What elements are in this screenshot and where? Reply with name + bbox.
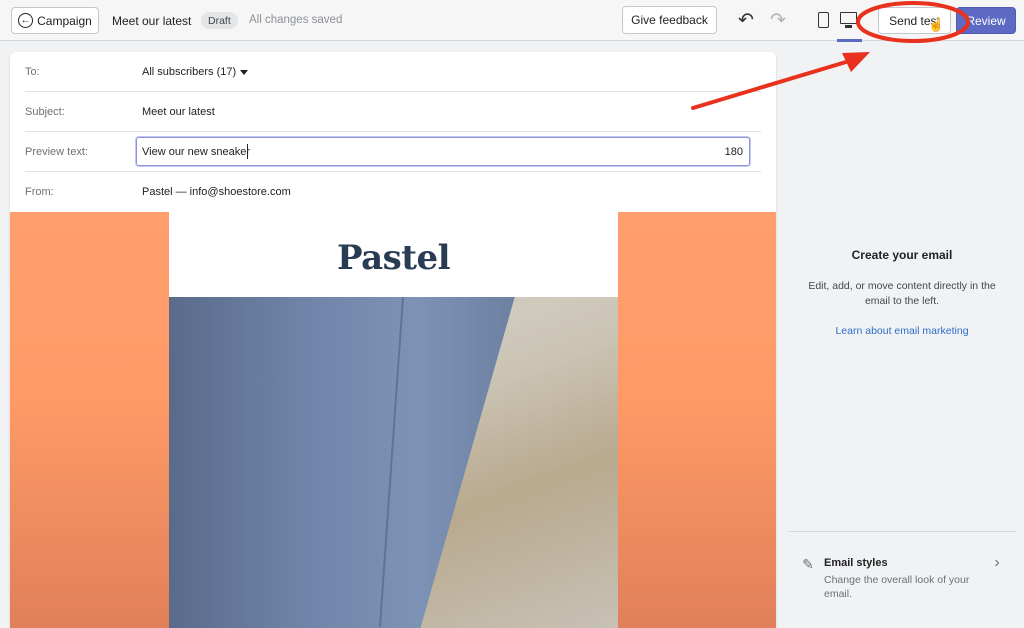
preview-text-input[interactable]: View our new sneaker 180 <box>136 137 750 166</box>
annotation-arrow-head <box>842 52 870 72</box>
to-row: To: All subscribers (17) <box>10 52 776 92</box>
recipients-select[interactable]: All subscribers (17) <box>142 66 236 78</box>
desktop-preview-icon[interactable] <box>840 12 857 24</box>
from-label: From: <box>25 186 54 198</box>
back-button-label: Campaign <box>37 13 92 28</box>
brand-logo: Pastel <box>336 237 451 278</box>
top-bar: ← Campaign Meet our latest Draft All cha… <box>0 0 1024 42</box>
pointer-cursor-icon: ☝ <box>928 17 945 32</box>
email-editor-card: To: All subscribers (17) Subject: Meet o… <box>10 52 776 628</box>
hero-image[interactable] <box>169 297 618 628</box>
back-arrow-icon: ← <box>18 13 34 28</box>
from-row: From: Pastel — info@shoestore.com <box>10 172 776 212</box>
back-to-campaign-button[interactable]: ← Campaign <box>11 7 99 34</box>
review-button[interactable]: Review <box>956 7 1016 34</box>
status-badge: Draft <box>201 12 238 29</box>
text-cursor <box>247 144 248 159</box>
desktop-preview-stand <box>845 25 852 28</box>
email-styles-icon: ✎ <box>802 555 814 572</box>
chevron-right-icon[interactable]: › <box>990 554 1004 571</box>
preview-text-row: Preview text: View our new sneaker 180 <box>10 132 776 172</box>
undo-icon[interactable]: ↶ <box>736 9 756 31</box>
campaign-title: Meet our latest <box>112 14 192 28</box>
subject-label: Subject: <box>25 106 65 118</box>
panel-title: Create your email <box>851 248 953 262</box>
panel-divider <box>788 531 1016 532</box>
panel-description: Edit, add, or move content directly in t… <box>808 280 996 307</box>
learn-email-marketing-link[interactable]: Learn about email marketing <box>790 325 1014 337</box>
email-styles-description: Change the overall look of your email. <box>824 574 970 600</box>
dropdown-caret-icon[interactable] <box>240 70 248 75</box>
email-canvas[interactable]: Pastel <box>10 212 776 628</box>
redo-icon[interactable]: ↷ <box>768 9 788 31</box>
subject-row: Subject: Meet our latest <box>10 92 776 132</box>
preview-text-value: View our new sneaker <box>142 146 251 158</box>
save-status: All changes saved <box>249 14 343 26</box>
email-styles-title[interactable]: Email styles <box>824 557 888 569</box>
from-field[interactable]: Pastel — info@shoestore.com <box>142 186 291 198</box>
desktop-preview-active-indicator <box>837 39 862 42</box>
subject-field[interactable]: Meet our latest <box>142 106 215 118</box>
character-counter: 180 <box>724 146 743 158</box>
give-feedback-button[interactable]: Give feedback <box>622 6 717 34</box>
email-header-block[interactable]: Pastel <box>169 212 618 297</box>
to-label: To: <box>25 66 40 78</box>
mobile-preview-icon[interactable] <box>818 12 829 28</box>
preview-text-label: Preview text: <box>25 146 88 158</box>
